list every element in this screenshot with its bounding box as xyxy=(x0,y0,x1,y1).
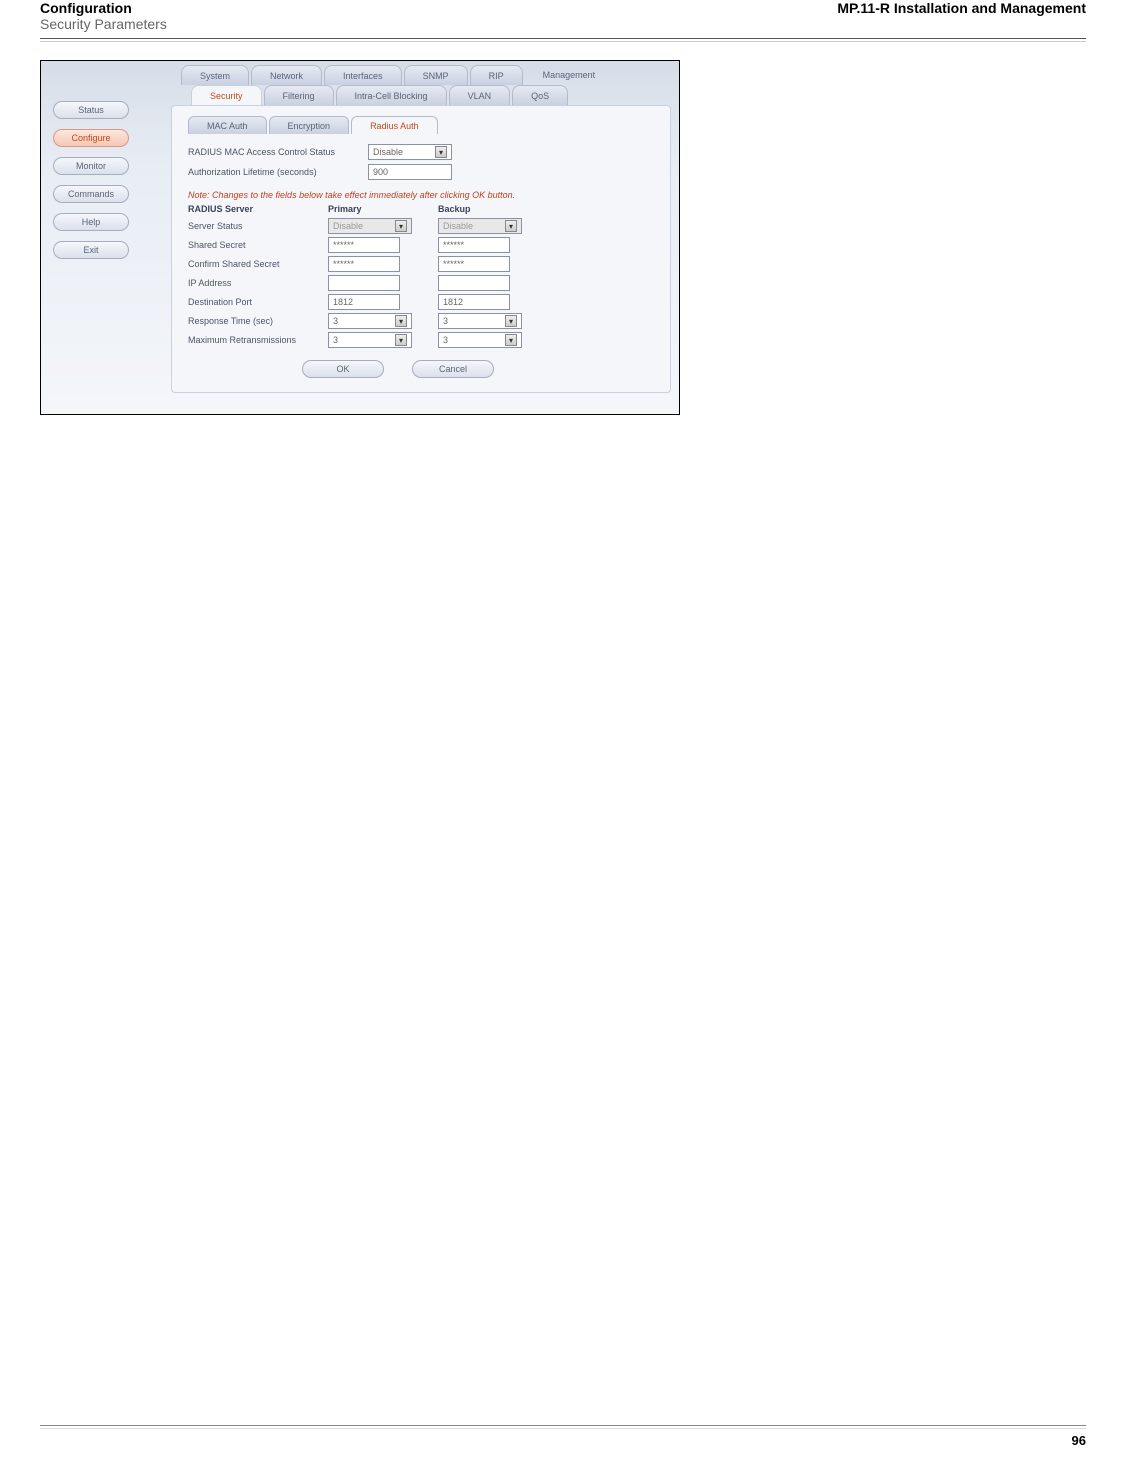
page-footer: 96 xyxy=(40,1425,1086,1448)
table-row: Confirm Shared Secret************ xyxy=(188,256,664,272)
text-field[interactable] xyxy=(438,275,510,291)
row-label: Confirm Shared Secret xyxy=(188,259,328,269)
header-title: Configuration xyxy=(40,0,132,16)
tab-filtering[interactable]: Filtering xyxy=(264,85,334,105)
chevron-down-icon: ▾ xyxy=(435,146,447,158)
chevron-down-icon: ▾ xyxy=(395,220,407,232)
subtabs: MAC Auth Encryption Radius Auth xyxy=(188,116,664,134)
select-field[interactable]: 3▾ xyxy=(438,313,522,329)
select-value: 3 xyxy=(443,316,448,326)
tab-management[interactable]: Management xyxy=(525,65,614,85)
select-radius-mac-value: Disable xyxy=(373,147,403,157)
header-rule-light xyxy=(40,41,1086,42)
text-field[interactable]: 1812 xyxy=(438,294,510,310)
header-subtitle: Security Parameters xyxy=(40,16,167,32)
nav-status[interactable]: Status xyxy=(53,101,129,119)
tab-vlan[interactable]: VLAN xyxy=(449,85,511,105)
row-label: Server Status xyxy=(188,221,328,231)
nav-monitor[interactable]: Monitor xyxy=(53,157,129,175)
table-header: RADIUS Server Primary Backup xyxy=(188,204,664,214)
select-field[interactable]: 3▾ xyxy=(328,332,412,348)
text-field[interactable] xyxy=(328,275,400,291)
row-label: IP Address xyxy=(188,278,328,288)
chevron-down-icon: ▾ xyxy=(505,220,517,232)
select-value: Disable xyxy=(333,221,363,231)
subtab-radius[interactable]: Radius Auth xyxy=(351,116,438,134)
select-field: Disable ▾ xyxy=(328,218,412,234)
tabrow-top: System Network Interfaces SNMP RIP Manag… xyxy=(181,65,671,85)
table-row: IP Address xyxy=(188,275,664,291)
table-row: Response Time (sec)3▾3▾ xyxy=(188,313,664,329)
tab-security[interactable]: Security xyxy=(191,85,262,105)
select-field[interactable]: 3▾ xyxy=(438,332,522,348)
nav-exit[interactable]: Exit xyxy=(53,241,129,259)
config-panel: MAC Auth Encryption Radius Auth RADIUS M… xyxy=(171,105,671,393)
chevron-down-icon: ▾ xyxy=(395,315,407,327)
select-value: Disable xyxy=(443,221,473,231)
select-value: 3 xyxy=(333,335,338,345)
note-text: Note: Changes to the fields below take e… xyxy=(188,190,664,200)
tab-intracell[interactable]: Intra-Cell Blocking xyxy=(336,85,447,105)
label-radius-mac: RADIUS MAC Access Control Status xyxy=(188,147,368,157)
text-field[interactable]: ****** xyxy=(328,256,400,272)
table-row: Shared Secret************ xyxy=(188,237,664,253)
chevron-down-icon: ▾ xyxy=(395,334,407,346)
nav-configure[interactable]: Configure xyxy=(53,129,129,147)
cancel-button[interactable]: Cancel xyxy=(412,360,494,378)
row-label: Destination Port xyxy=(188,297,328,307)
th-primary: Primary xyxy=(328,204,438,214)
text-field[interactable]: ****** xyxy=(328,237,400,253)
select-field[interactable]: 3▾ xyxy=(328,313,412,329)
select-value: 3 xyxy=(333,316,338,326)
header-rule-dark xyxy=(40,38,1086,39)
main-panel: System Network Interfaces SNMP RIP Manag… xyxy=(141,61,679,414)
label-auth-life: Authorization Lifetime (seconds) xyxy=(188,167,368,177)
nav-commands[interactable]: Commands xyxy=(53,185,129,203)
text-field[interactable]: ****** xyxy=(438,256,510,272)
table-row: Server Status Disable ▾ Disable ▾ xyxy=(188,218,664,234)
table-row: Destination Port18121812 xyxy=(188,294,664,310)
tabrow-mid: Security Filtering Intra-Cell Blocking V… xyxy=(191,85,671,105)
tab-qos[interactable]: QoS xyxy=(512,85,568,105)
header-manual-title: MP.11-R Installation and Management xyxy=(837,0,1086,32)
text-field[interactable]: 1812 xyxy=(328,294,400,310)
left-nav: Status Configure Monitor Commands Help E… xyxy=(41,61,141,414)
chevron-down-icon: ▾ xyxy=(505,334,517,346)
tab-network[interactable]: Network xyxy=(251,65,322,85)
nav-help[interactable]: Help xyxy=(53,213,129,231)
select-field: Disable ▾ xyxy=(438,218,522,234)
tab-rip[interactable]: RIP xyxy=(470,65,523,85)
select-value: 3 xyxy=(443,335,448,345)
ok-button[interactable]: OK xyxy=(302,360,384,378)
text-field[interactable]: ****** xyxy=(438,237,510,253)
row-label: Maximum Retransmissions xyxy=(188,335,328,345)
th-backup: Backup xyxy=(438,204,538,214)
row-label: Response Time (sec) xyxy=(188,316,328,326)
row-label: Shared Secret xyxy=(188,240,328,250)
tab-system[interactable]: System xyxy=(181,65,249,85)
chevron-down-icon: ▾ xyxy=(505,315,517,327)
tab-snmp[interactable]: SNMP xyxy=(404,65,468,85)
tab-interfaces[interactable]: Interfaces xyxy=(324,65,402,85)
select-radius-mac[interactable]: Disable ▾ xyxy=(368,144,452,160)
screenshot-container: Status Configure Monitor Commands Help E… xyxy=(40,60,680,415)
subtab-encryption[interactable]: Encryption xyxy=(269,116,350,134)
table-row: Maximum Retransmissions3▾3▾ xyxy=(188,332,664,348)
subtab-macauth[interactable]: MAC Auth xyxy=(188,116,267,134)
input-auth-life[interactable]: 900 xyxy=(368,164,452,180)
th-server: RADIUS Server xyxy=(188,204,328,214)
page-number: 96 xyxy=(40,1433,1086,1448)
